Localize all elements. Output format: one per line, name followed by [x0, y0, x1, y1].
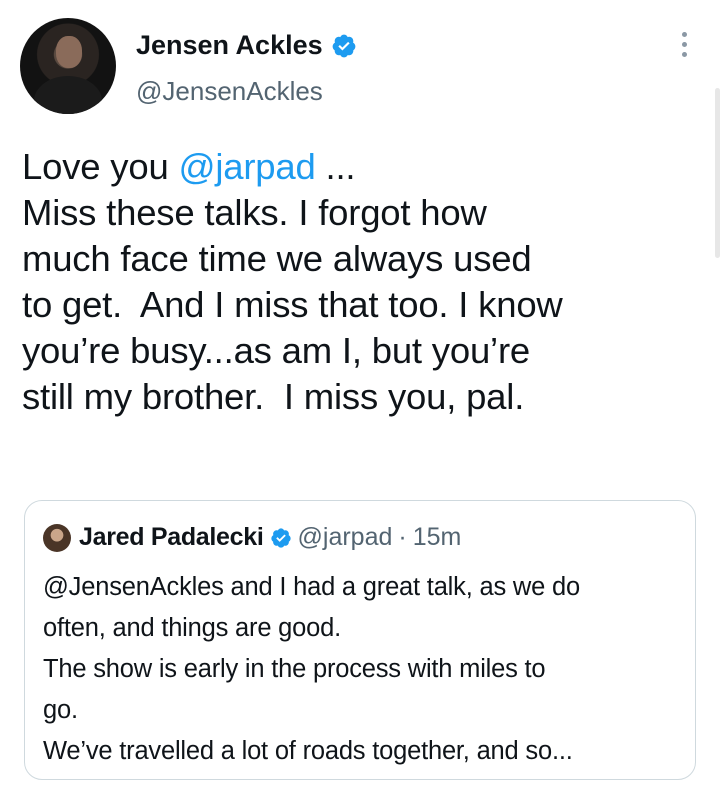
quoted-tweet-header: Jared Padalecki @jarpad · 15m	[43, 523, 461, 552]
author-name-row: Jensen Ackles	[136, 30, 357, 61]
quoted-avatar[interactable]	[43, 523, 71, 552]
quoted-tweet-card[interactable]: Jared Padalecki @jarpad · 15m @JensenAck…	[24, 500, 696, 780]
mention-link[interactable]: @jarpad	[178, 146, 315, 187]
quoted-author-name[interactable]: Jared Padalecki	[79, 523, 264, 552]
scrollbar[interactable]	[715, 88, 720, 258]
quoted-line: often, and things are good.	[43, 614, 341, 642]
tweet-line: Love you @jarpad ...	[22, 146, 356, 187]
quoted-line: The show is early in the process with mi…	[43, 655, 546, 683]
tweet-line: you’re busy...as am I, but you’re	[22, 330, 531, 371]
more-options-icon[interactable]	[676, 32, 692, 62]
tweet-line: still my brother. I miss you, pal.	[22, 376, 525, 417]
author-name[interactable]: Jensen Ackles	[136, 30, 323, 61]
quoted-line: @JensenAckles and I had a great talk, as…	[43, 573, 580, 601]
quoted-line: go.	[43, 696, 78, 724]
avatar-shoulders	[34, 76, 102, 114]
separator-dot: ·	[398, 523, 407, 551]
quoted-author-handle[interactable]: @jarpad	[298, 523, 393, 552]
tweet-line: to get. And I miss that too. I know	[22, 284, 563, 325]
quoted-timestamp[interactable]: 15m	[413, 523, 462, 552]
profile-avatar[interactable]	[20, 18, 116, 114]
tweet-line: much face time we always used	[22, 238, 532, 279]
verified-badge-icon	[332, 34, 355, 57]
quoted-line: We’ve travelled a lot of roads together,…	[43, 737, 573, 765]
quoted-tweet-text: @JensenAckles and I had a great talk, as…	[43, 567, 683, 772]
verified-badge-icon	[270, 527, 291, 548]
author-handle[interactable]: @JensenAckles	[136, 76, 323, 107]
avatar-face	[56, 36, 82, 68]
tweet-line: Miss these talks. I forgot how	[22, 192, 487, 233]
tweet-text: Love you @jarpad ... Miss these talks. I…	[22, 144, 702, 420]
